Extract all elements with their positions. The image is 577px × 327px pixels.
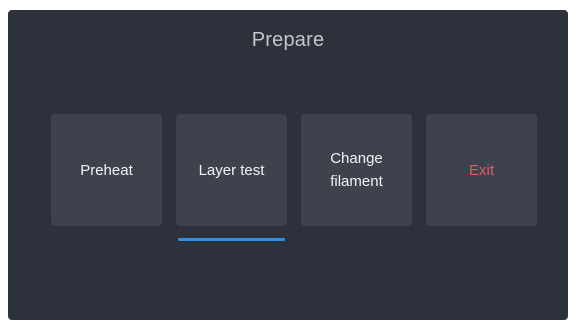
exit-button[interactable]: Exit: [426, 114, 537, 226]
change-filament-button-label: Change filament: [330, 150, 383, 190]
layer-test-button[interactable]: Layer test: [176, 114, 287, 226]
layer-test-button-label: Layer test: [198, 161, 265, 179]
preheat-button[interactable]: Preheat: [51, 114, 162, 226]
preheat-button-label: Preheat: [80, 161, 133, 179]
change-filament-button[interactable]: Change filament: [301, 114, 412, 226]
selection-indicator: [178, 238, 285, 241]
button-row: Preheat Layer test Change filament Exit: [51, 114, 537, 226]
page-title: Prepare: [251, 29, 325, 51]
exit-button-label: Exit: [468, 161, 494, 179]
prepare-screen: Prepare Preheat Layer test Change filame…: [8, 10, 568, 320]
